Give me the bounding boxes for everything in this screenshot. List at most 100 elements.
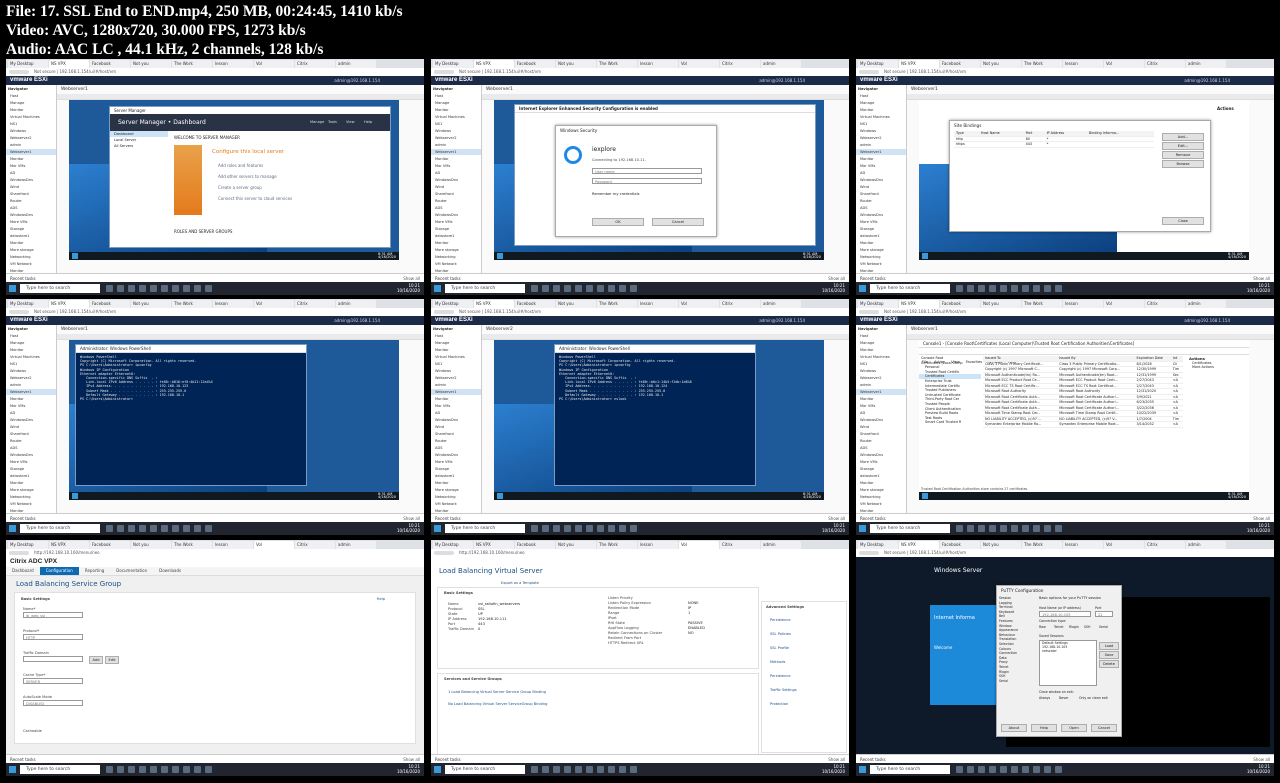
citrix-nav-tab[interactable]: Reporting: [79, 567, 110, 575]
saved-sessions-list[interactable]: Default Settings 192.168.10.105 netscaler: [1039, 640, 1097, 686]
windows-start-icon[interactable]: [859, 766, 866, 773]
table-row[interactable]: Microsoft ECC Product Root Ce... Microsof…: [983, 377, 1183, 384]
navigator-item[interactable]: Webserver2: [10, 375, 56, 381]
taskbar-app-icon[interactable]: [586, 285, 593, 292]
navigator-item[interactable]: Manage: [435, 340, 481, 346]
taskbar-app-icon[interactable]: [1044, 766, 1051, 773]
navigator-item[interactable]: Webserver2: [860, 375, 906, 381]
windows-start-icon[interactable]: [434, 285, 441, 292]
server-manager-window[interactable]: Server Manager Server Manager • Dashboard…: [109, 106, 391, 248]
browser-tab[interactable]: Citrix: [1145, 541, 1185, 549]
navigator-item[interactable]: Monitor: [860, 107, 906, 113]
taskbar-app-icon[interactable]: [989, 766, 996, 773]
session-button[interactable]: Delete: [1099, 660, 1119, 668]
browser-tab[interactable]: lesson: [213, 60, 253, 68]
taskbar-app-icon[interactable]: [1011, 766, 1018, 773]
taskbar-app-icon[interactable]: [1022, 766, 1029, 773]
navigator-item[interactable]: Navigator: [858, 326, 906, 332]
navigator-item[interactable]: ADS: [10, 205, 56, 211]
sm-menu-item[interactable]: Manage: [310, 120, 324, 124]
sm-task-link[interactable]: Create a server group: [218, 185, 262, 190]
show-all-link[interactable]: Show all: [1253, 516, 1270, 521]
navigator-item[interactable]: Sharefront: [860, 431, 906, 437]
navigator-item[interactable]: Sharefront: [10, 191, 56, 197]
navigator-item[interactable]: WindowsDns: [860, 452, 906, 458]
navigator-item[interactable]: Webserver1: [6, 389, 56, 395]
browser-tab[interactable]: Citrix: [720, 541, 760, 549]
taskbar-app-icon[interactable]: [608, 525, 615, 532]
taskbar-app-icon[interactable]: [619, 525, 626, 532]
navigator-item[interactable]: Monitor: [435, 347, 481, 353]
navigator-item[interactable]: AD: [10, 170, 56, 176]
browser-tab[interactable]: lesson: [638, 60, 678, 68]
esxi-user[interactable]: admin@192.168.1.154: [334, 78, 380, 83]
navigator-item[interactable]: Mor VMs: [10, 403, 56, 409]
field-input[interactable]: HTTP: [23, 634, 83, 640]
browser-tab[interactable]: Facebook: [515, 60, 555, 68]
navigator-item[interactable]: AD: [860, 410, 906, 416]
navigator-item[interactable]: WindowsDns: [860, 212, 906, 218]
taskbar-app-icon[interactable]: [1044, 285, 1051, 292]
taskbar-app-icon[interactable]: [542, 525, 549, 532]
show-all-link[interactable]: Show all: [403, 757, 420, 762]
browser-tab[interactable]: Facebook: [940, 300, 980, 308]
taskbar-app-icon[interactable]: [586, 525, 593, 532]
navigator-item[interactable]: Virtual Machines: [10, 114, 56, 120]
navigator-item[interactable]: More VMs: [860, 459, 906, 465]
navigator-item[interactable]: WindowsDns: [10, 417, 56, 423]
navigator-item[interactable]: Monitor: [860, 156, 906, 162]
navigator-item[interactable]: VM Network: [10, 501, 56, 507]
navigator-item[interactable]: Router: [10, 198, 56, 204]
vm-screen[interactable]: 8:31 AM 4/16/2020 Console1 - [Console Root…: [919, 340, 1249, 500]
navigator-item[interactable]: NS1: [860, 361, 906, 367]
taskbar-search[interactable]: Type here to search: [445, 524, 525, 533]
navigator-item[interactable]: Storage: [10, 226, 56, 232]
ok-button[interactable]: OK: [592, 218, 644, 226]
browser-tab[interactable]: admin: [1186, 300, 1226, 308]
navigator-item[interactable]: NS1: [10, 361, 56, 367]
username-field[interactable]: User name: [592, 168, 702, 174]
taskbar-app-icon[interactable]: [630, 285, 637, 292]
navigator-item[interactable]: Monitor: [10, 107, 56, 113]
navigator-item[interactable]: Webserver2: [10, 135, 56, 141]
navigator-item[interactable]: More VMs: [860, 219, 906, 225]
field-input[interactable]: lb_web_ssl: [23, 612, 83, 618]
taskbar-app-icon[interactable]: [564, 285, 571, 292]
navigator-item[interactable]: Storage: [860, 466, 906, 472]
windows-start-icon[interactable]: [9, 285, 16, 292]
browser-tab[interactable]: lesson: [638, 300, 678, 308]
navigator-item[interactable]: ADS: [435, 445, 481, 451]
navigator-item[interactable]: Manage: [10, 100, 56, 106]
taskbar-app-icon[interactable]: [608, 766, 615, 773]
citrix-nav-tab[interactable]: Configuration: [39, 567, 79, 575]
close-option-radio[interactable]: Always: [1039, 696, 1050, 700]
navigator-item[interactable]: More VMs: [10, 219, 56, 225]
navigator-item[interactable]: WindowsDns: [10, 177, 56, 183]
navigator-item[interactable]: Host: [10, 93, 56, 99]
navigator-item[interactable]: Manage: [860, 100, 906, 106]
field-input[interactable]: SERVER: [23, 678, 83, 684]
navigator-item[interactable]: Windows: [10, 368, 56, 374]
nav-buttons-icon[interactable]: [434, 551, 454, 555]
navigator-item[interactable]: WindowsDns: [860, 417, 906, 423]
browser-tab[interactable]: admin: [336, 60, 376, 68]
navigator-item[interactable]: datastore1: [435, 233, 481, 239]
browser-tab[interactable]: The Work: [597, 60, 637, 68]
browser-tab[interactable]: NS VPX: [899, 541, 939, 549]
taskbar-app-icon[interactable]: [117, 525, 124, 532]
browser-tab[interactable]: The Work: [172, 60, 212, 68]
taskbar-search[interactable]: Type here to search: [20, 284, 100, 293]
navigator-item[interactable]: Wind: [10, 424, 56, 430]
navigator-item[interactable]: AD: [435, 170, 481, 176]
navigator-item[interactable]: Virtual Machines: [10, 354, 56, 360]
navigator-item[interactable]: admin: [10, 142, 56, 148]
taskbar-app-icon[interactable]: [183, 766, 190, 773]
citrix-nav-tab[interactable]: Documentation: [110, 567, 153, 575]
citrix-nav-tab[interactable]: Downloads: [153, 567, 187, 575]
browser-tab[interactable]: My Desktop: [433, 541, 473, 549]
navigator-item[interactable]: More storage: [435, 247, 481, 253]
taskbar-app-icon[interactable]: [619, 285, 626, 292]
windows-start-icon[interactable]: [859, 285, 866, 292]
browser-tab[interactable]: Citrix: [1145, 300, 1185, 308]
taskbar-app-icon[interactable]: [1022, 525, 1029, 532]
